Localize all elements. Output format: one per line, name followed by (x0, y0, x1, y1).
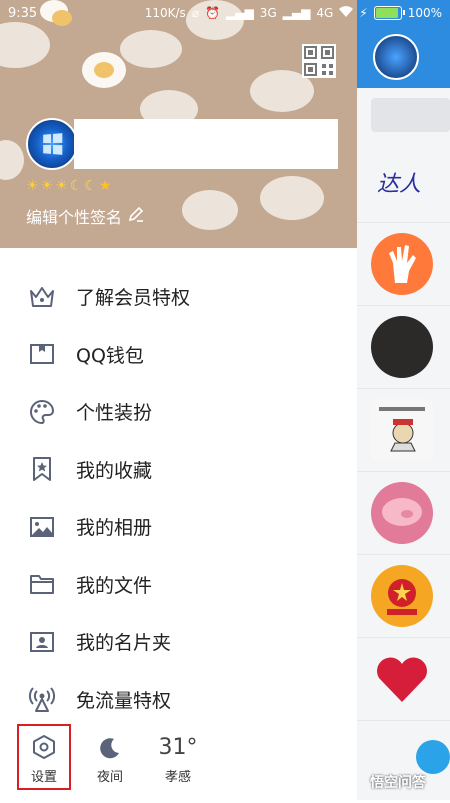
floating-assistant-button[interactable] (416, 740, 450, 774)
list-item[interactable] (357, 389, 450, 472)
list-item[interactable] (357, 472, 450, 555)
edit-signature-link[interactable]: 编辑个性签名 (26, 204, 144, 228)
dumpling-decoration (260, 176, 324, 220)
menu-item-label: 个性装扮 (76, 402, 153, 425)
folder-icon (28, 570, 56, 598)
menu-item-personalization[interactable]: 个性装扮 (0, 383, 357, 441)
battery-percent: 100% (407, 6, 442, 20)
nickname-redacted[interactable] (74, 119, 338, 169)
weather-location: 孝感 (164, 770, 191, 785)
photo-icon (28, 513, 56, 541)
level-sun-icon: ☀ (55, 178, 68, 194)
watermark: 悟空问答 (370, 775, 426, 791)
antenna-icon (28, 685, 56, 713)
menu-item-label: 我的相册 (76, 517, 153, 540)
pencil-icon (128, 206, 144, 226)
level-sun-icon: ☀ (26, 178, 39, 194)
network-speed: 110K/s (144, 6, 186, 20)
menu-item-files[interactable]: 我的文件 (0, 556, 357, 614)
profile-header: ☀ ☀ ☀ ☾ ☾ ★ 编辑个性签名 (0, 0, 357, 248)
list-item[interactable] (357, 638, 450, 721)
level-star-icon: ★ (98, 178, 112, 194)
status-bar: 9:35 110K/s ⌀ ⏰ ▂▄▆ 3G ▂▄▆ 4G ⚡ 100% (0, 0, 450, 26)
daren-logo: 达人 (377, 172, 422, 197)
pig-avatar (371, 482, 433, 544)
signal-3g: 3G (259, 6, 277, 20)
settings-icon (19, 726, 69, 760)
search-bar[interactable] (371, 98, 450, 132)
signal-bars-icon: ▂▄▆ (282, 6, 311, 20)
mute-icon: ⌀ (191, 6, 200, 20)
crown-icon (28, 283, 56, 311)
weather-widget[interactable]: 31° 孝感 (150, 726, 206, 792)
menu-item-label: QQ钱包 (76, 344, 144, 367)
dumpling-decoration (120, 30, 182, 68)
menu-item-label: 我的收藏 (76, 459, 153, 482)
menu-item-label: 我的文件 (76, 574, 153, 597)
menu-item-qq-wallet[interactable]: QQ钱包 (0, 326, 357, 384)
heart-avatar (371, 648, 433, 710)
list-item[interactable]: 达人 (357, 142, 450, 223)
menu-item-albums[interactable]: 我的相册 (0, 498, 357, 556)
list-item[interactable] (357, 223, 450, 306)
dumpling-decoration (0, 22, 50, 68)
dark-avatar (371, 316, 433, 378)
dumpling-decoration (0, 140, 24, 180)
header-avatar[interactable] (373, 34, 419, 80)
level-sun-icon: ☀ (40, 178, 54, 194)
battery-icon (373, 6, 405, 20)
weather-temperature: 31° (158, 735, 198, 760)
menu-item-label: 了解会员特权 (76, 287, 191, 310)
settings-label: 设置 (30, 770, 57, 785)
signal-4g: 4G (316, 6, 334, 20)
qq-level-icons[interactable]: ☀ ☀ ☀ ☾ ☾ ★ (26, 178, 111, 194)
hand-avatar (371, 233, 433, 295)
alarm-icon: ⏰ (205, 6, 220, 20)
level-moon-icon: ☾ (84, 178, 97, 194)
wallet-icon (28, 340, 56, 368)
signal-bars-icon: ▂▄▆ (226, 6, 254, 20)
signature-label: 编辑个性签名 (26, 208, 123, 227)
side-drawer: ☀ ☀ ☀ ☾ ☾ ★ 编辑个性签名 了解会员特权 QQ钱包 个性装扮 我的收藏… (0, 0, 357, 800)
wifi-icon (339, 5, 354, 21)
emblem-avatar (371, 565, 433, 627)
bookmark-star-icon (28, 455, 56, 483)
menu-item-favorites[interactable]: 我的收藏 (0, 441, 357, 499)
windows-logo-icon (43, 133, 63, 155)
charging-icon: ⚡ (359, 6, 368, 20)
meme-avatar (371, 399, 433, 461)
menu-item-vip-privileges[interactable]: 了解会员特权 (0, 268, 357, 326)
night-mode-label: 夜间 (96, 770, 123, 785)
list-item[interactable] (357, 555, 450, 638)
menu-item-free-data[interactable]: 免流量特权 (0, 671, 357, 729)
qr-code-icon[interactable] (302, 44, 336, 78)
contact-card-icon (28, 628, 56, 656)
level-moon-icon: ☾ (69, 178, 83, 194)
drawer-bottom-bar: 设置 夜间 31° 孝感 (0, 722, 357, 800)
user-avatar[interactable] (26, 118, 78, 170)
dumpling-decoration (182, 190, 238, 230)
egg-decoration (82, 52, 126, 88)
battery-level (375, 8, 398, 18)
conversation-list-background: 达人 (357, 0, 450, 800)
menu-item-label: 免流量特权 (76, 689, 172, 712)
menu-item-business-cards[interactable]: 我的名片夹 (0, 613, 357, 671)
status-icons: 110K/s ⌀ ⏰ ▂▄▆ 3G ▂▄▆ 4G ⚡ 100% (144, 5, 442, 21)
moon-icon (82, 726, 138, 760)
weather-temperature-wrap: 31° (150, 726, 206, 760)
list-item[interactable] (357, 306, 450, 389)
menu-item-label: 我的名片夹 (76, 632, 172, 655)
night-mode-button[interactable]: 夜间 (82, 726, 138, 792)
drawer-menu: 了解会员特权 QQ钱包 个性装扮 我的收藏 我的相册 我的文件 我的名片夹 免流… (0, 268, 357, 728)
palette-icon (28, 398, 56, 426)
settings-button[interactable]: 设置 (17, 724, 71, 790)
status-time: 9:35 (8, 5, 38, 21)
